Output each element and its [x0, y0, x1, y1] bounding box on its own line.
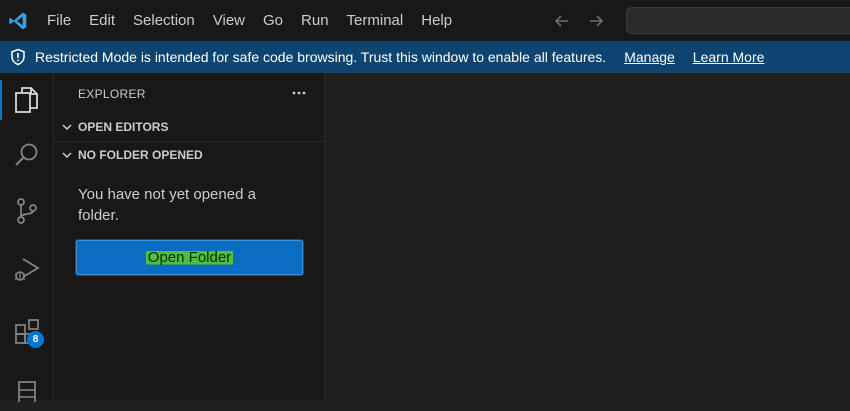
open-folder-button[interactable]: Open Folder	[75, 239, 304, 276]
remote-explorer-icon[interactable]	[0, 363, 54, 411]
explorer-icon[interactable]	[0, 76, 54, 124]
editor-area[interactable]	[326, 73, 850, 400]
section-open-editors[interactable]: OPEN EDITORS	[54, 114, 325, 140]
chevron-right-icon	[59, 119, 75, 135]
vscode-logo-icon	[2, 0, 34, 41]
manage-link[interactable]: Manage	[624, 49, 675, 65]
run-debug-icon[interactable]	[0, 245, 54, 293]
menu-view[interactable]: View	[204, 0, 254, 41]
menu-run[interactable]: Run	[292, 0, 338, 41]
arrow-right-icon[interactable]	[583, 8, 609, 34]
menu-selection[interactable]: Selection	[124, 0, 204, 41]
activity-bar: 8	[0, 73, 54, 402]
menu-go[interactable]: Go	[254, 0, 292, 41]
source-control-icon[interactable]	[0, 187, 54, 235]
explorer-sidebar: EXPLORER OPEN EDITORS NO FOLDER OPENED Y…	[54, 73, 325, 400]
restricted-mode-banner: Restricted Mode is intended for safe cod…	[0, 41, 850, 73]
section-no-folder-opened[interactable]: NO FOLDER OPENED	[54, 141, 325, 167]
more-actions-icon[interactable]	[288, 82, 310, 104]
search-icon[interactable]	[0, 131, 54, 179]
section-label: NO FOLDER OPENED	[78, 147, 203, 162]
extensions-icon[interactable]	[0, 307, 54, 355]
extensions-badge: 8	[27, 331, 44, 348]
navigation-controls	[549, 8, 617, 34]
title-bar: File Edit Selection View Go Run Terminal…	[0, 0, 850, 41]
chevron-down-icon	[59, 147, 75, 163]
open-folder-label: Open Folder	[145, 249, 234, 266]
section-label: OPEN EDITORS	[78, 120, 169, 134]
banner-message: Restricted Mode is intended for safe cod…	[35, 49, 607, 65]
command-center-search[interactable]	[626, 7, 850, 34]
arrow-left-icon[interactable]	[549, 8, 575, 34]
no-folder-message: You have not yet opened a folder.	[78, 186, 256, 224]
menu-help[interactable]: Help	[412, 0, 461, 41]
sidebar-title: EXPLORER	[78, 87, 146, 101]
learn-more-link[interactable]: Learn More	[693, 49, 765, 65]
shield-icon	[9, 47, 29, 67]
menu-bar: File Edit Selection View Go Run Terminal…	[38, 0, 461, 41]
menu-file[interactable]: File	[38, 0, 80, 41]
menu-edit[interactable]: Edit	[80, 0, 124, 41]
menu-terminal[interactable]: Terminal	[338, 0, 413, 41]
